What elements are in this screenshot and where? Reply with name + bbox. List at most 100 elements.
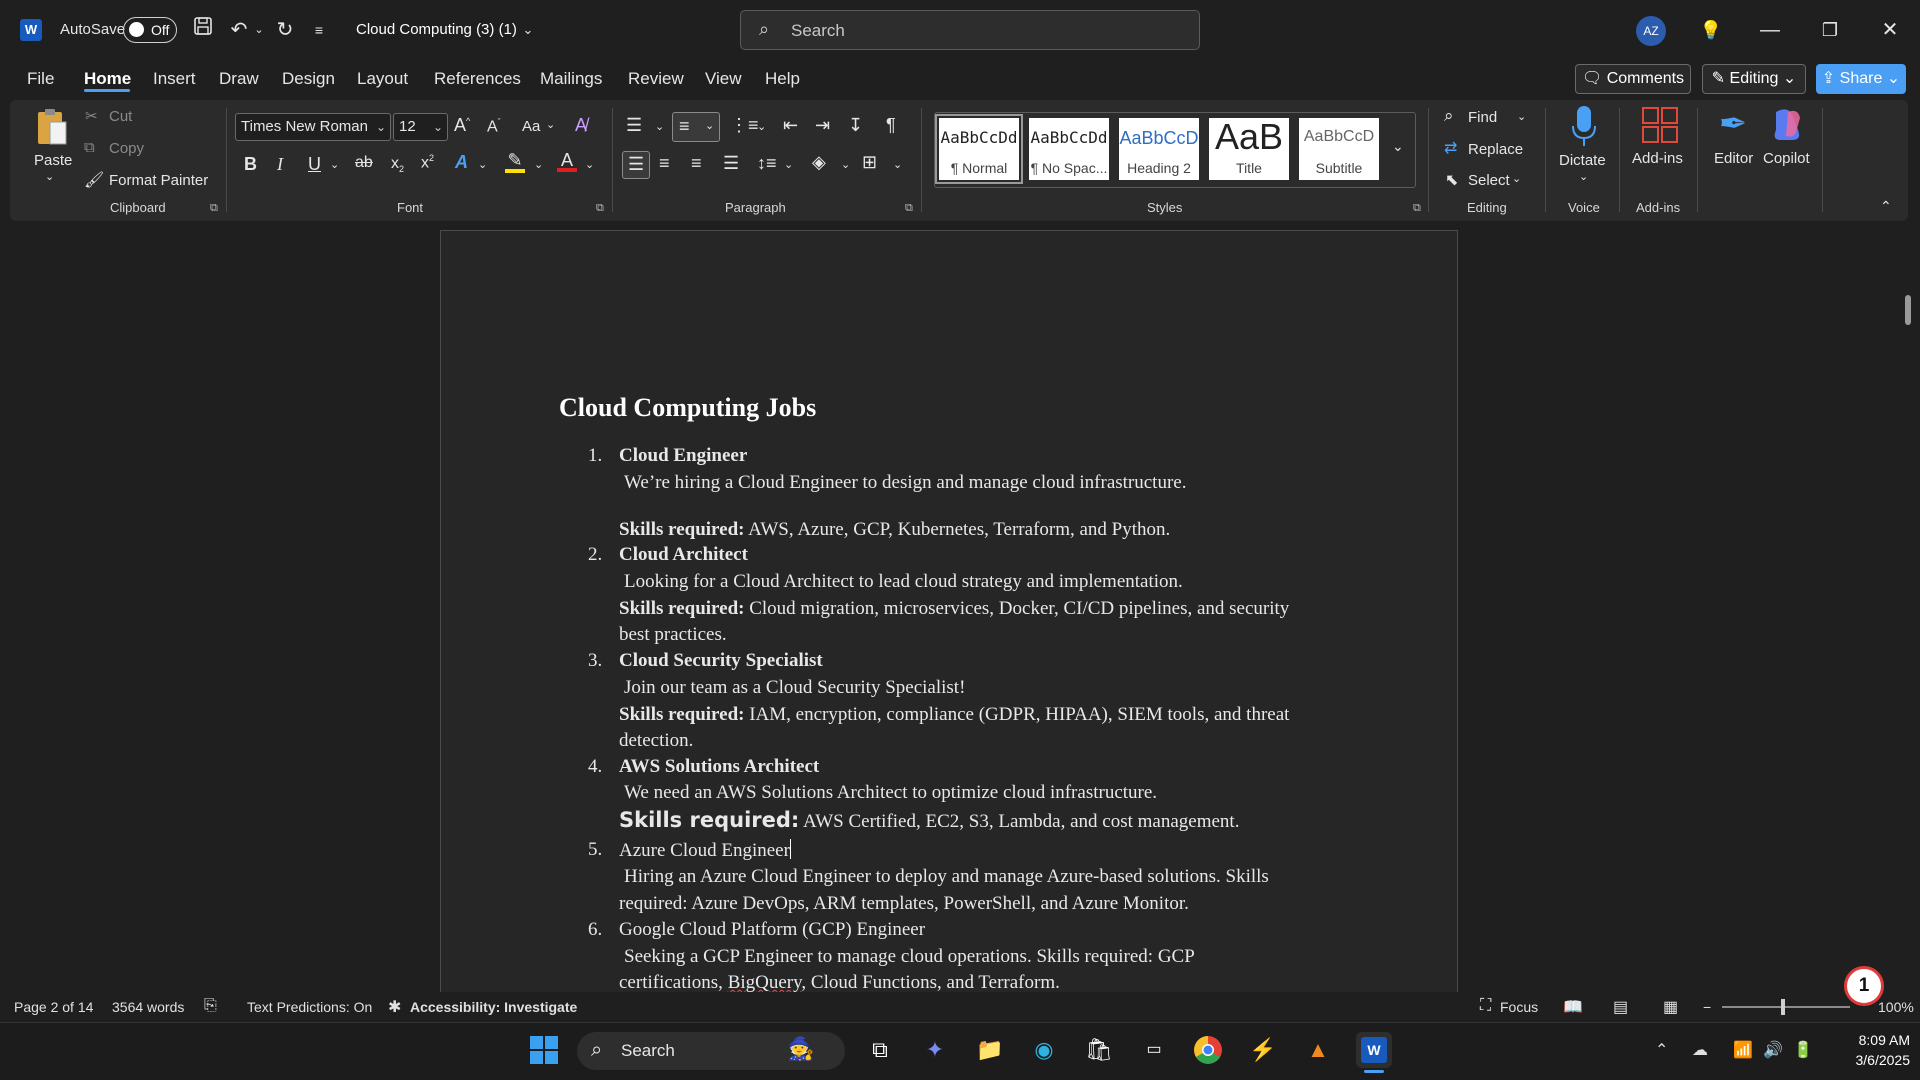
select-cursor-icon[interactable]: ⬉: [1445, 170, 1458, 190]
windows-start-icon[interactable]: [526, 1032, 562, 1068]
strikethrough-icon[interactable]: ab: [355, 154, 373, 172]
zoom-level[interactable]: 100%: [1878, 999, 1914, 1015]
taskbar-search[interactable]: ⌕ Search 🧙: [577, 1032, 845, 1070]
copilot-button[interactable]: Copilot: [1763, 150, 1810, 167]
style-subtitle[interactable]: AaBbCcD Subtitle: [1299, 118, 1379, 180]
read-mode-icon[interactable]: 📖: [1563, 997, 1583, 1017]
scissors-icon[interactable]: ✂: [85, 107, 98, 125]
focus-button[interactable]: Focus: [1500, 999, 1538, 1015]
show-hidden-icons-icon[interactable]: ⌃: [1655, 1040, 1668, 1060]
chevron-down-icon[interactable]: ⌄: [330, 158, 339, 171]
lightbulb-icon[interactable]: 💡: [1691, 14, 1731, 46]
increase-indent-icon[interactable]: ⇥: [815, 115, 830, 136]
styles-more-icon[interactable]: ⌄: [1392, 138, 1404, 155]
tab-file[interactable]: File: [27, 69, 54, 89]
paragraph-launcher-icon[interactable]: ⧉: [905, 202, 913, 215]
chevron-down-icon[interactable]: ⌄: [784, 158, 793, 171]
tab-home[interactable]: Home: [84, 69, 131, 89]
numbering-button[interactable]: ≡ ⌄: [672, 112, 720, 142]
undo-icon[interactable]: ↶: [226, 16, 252, 44]
chevron-down-icon[interactable]: ⌄: [585, 158, 594, 171]
subscript-icon[interactable]: x2: [391, 155, 404, 174]
title-dropdown-icon[interactable]: ⌄: [520, 16, 536, 44]
microphone-icon[interactable]: [1570, 104, 1598, 148]
chevron-down-icon[interactable]: ⌄: [1517, 110, 1526, 123]
file-explorer-icon[interactable]: 📁: [972, 1032, 1008, 1068]
highlight-color-icon[interactable]: ✎: [505, 150, 525, 173]
app-icon[interactable]: ⚡: [1245, 1032, 1281, 1068]
zoom-out-icon[interactable]: −: [1703, 999, 1711, 1015]
accessibility-icon[interactable]: ✱: [388, 997, 401, 1017]
onedrive-icon[interactable]: ☁: [1692, 1040, 1708, 1060]
underline-icon[interactable]: U: [308, 154, 321, 175]
font-color-icon[interactable]: A: [557, 150, 577, 172]
align-center-icon[interactable]: ≡: [659, 153, 670, 174]
chevron-down-icon[interactable]: ⌄: [1512, 172, 1521, 185]
sort-icon[interactable]: ↧: [848, 115, 863, 136]
vertical-scrollbar[interactable]: [1905, 295, 1911, 325]
chevron-down-icon[interactable]: ⌄: [655, 120, 664, 133]
font-size-combo[interactable]: 12 ⌄: [393, 113, 448, 141]
word-taskbar-icon[interactable]: W: [1356, 1032, 1392, 1068]
dictate-button[interactable]: Dictate: [1559, 152, 1606, 169]
wifi-icon[interactable]: 📶: [1733, 1040, 1753, 1060]
restore-icon[interactable]: ❐: [1810, 14, 1850, 46]
web-layout-icon[interactable]: ▦: [1663, 997, 1678, 1017]
battery-icon[interactable]: 🔋: [1793, 1040, 1813, 1060]
format-painter-button[interactable]: Format Painter: [109, 172, 208, 189]
style-normal[interactable]: AaBbCcDd ¶ Normal: [935, 114, 1023, 184]
chevron-down-icon[interactable]: ⌄: [893, 158, 902, 171]
tab-insert[interactable]: Insert: [153, 69, 196, 89]
copilot-icon[interactable]: [1767, 106, 1807, 146]
shrink-font-icon[interactable]: Aˇ: [487, 117, 501, 136]
tab-draw[interactable]: Draw: [219, 69, 259, 89]
customize-toolbar-icon[interactable]: ≡: [308, 16, 330, 44]
tab-view[interactable]: View: [705, 69, 742, 89]
addins-button[interactable]: Add-ins: [1632, 150, 1683, 167]
print-layout-icon[interactable]: ▤: [1613, 997, 1628, 1017]
paste-icon[interactable]: [32, 106, 72, 150]
editing-mode-button[interactable]: ✎ Editing ⌄: [1702, 64, 1806, 94]
editor-pen-icon[interactable]: ✒: [1713, 104, 1753, 148]
chevron-down-icon[interactable]: ⌄: [757, 120, 766, 133]
select-button[interactable]: Select: [1468, 172, 1510, 189]
line-spacing-icon[interactable]: ↕≡: [757, 153, 777, 174]
clipboard-launcher-icon[interactable]: ⧉: [210, 202, 218, 215]
bullets-icon[interactable]: ☰: [626, 115, 642, 136]
collapse-ribbon-icon[interactable]: ⌃: [1880, 198, 1892, 215]
accessibility-status[interactable]: Accessibility: Investigate: [410, 999, 577, 1015]
chrome-icon[interactable]: [1190, 1032, 1226, 1068]
save-icon[interactable]: [190, 16, 216, 44]
paste-button[interactable]: Paste: [34, 152, 72, 169]
proofing-icon[interactable]: ⎘: [204, 997, 217, 1015]
chevron-down-icon[interactable]: ⌄: [478, 158, 487, 171]
copilot-taskbar-icon[interactable]: ✦: [917, 1032, 953, 1068]
addins-icon[interactable]: [1640, 106, 1680, 146]
replace-icon[interactable]: ⇄: [1444, 138, 1457, 158]
spellcheck-word[interactable]: BigQuery: [728, 972, 802, 993]
tab-references[interactable]: References: [434, 69, 521, 89]
format-painter-icon[interactable]: 🖌: [84, 170, 104, 190]
align-left-button[interactable]: ☰: [622, 151, 650, 179]
copy-button[interactable]: Copy: [109, 140, 144, 157]
superscript-icon[interactable]: x2: [421, 153, 434, 172]
change-case-button[interactable]: Aa: [522, 118, 540, 135]
multilevel-list-icon[interactable]: ⋮≡: [730, 115, 759, 136]
align-right-icon[interactable]: ≡: [691, 153, 702, 174]
copy-icon[interactable]: ⧉: [84, 139, 95, 156]
word-count[interactable]: 3564 words: [112, 999, 184, 1015]
taskbar-clock[interactable]: 8:09 AM 3/6/2025: [1830, 1030, 1911, 1070]
text-effects-icon[interactable]: A: [455, 152, 468, 173]
chevron-down-icon[interactable]: ⌄: [534, 158, 543, 171]
avatar[interactable]: AZ: [1636, 16, 1666, 46]
tab-layout[interactable]: Layout: [357, 69, 408, 89]
style-heading-2[interactable]: AaBbCcD Heading 2: [1119, 118, 1199, 180]
clear-formatting-icon[interactable]: A̸: [575, 115, 587, 136]
redo-icon[interactable]: ↻: [272, 16, 298, 44]
minimize-icon[interactable]: —: [1750, 14, 1790, 46]
undo-dropdown-icon[interactable]: ⌄: [252, 16, 266, 44]
task-view-icon[interactable]: ⧉: [862, 1032, 898, 1068]
cut-button[interactable]: Cut: [109, 108, 132, 125]
styles-launcher-icon[interactable]: ⧉: [1413, 202, 1421, 215]
text-predictions-status[interactable]: Text Predictions: On: [247, 999, 372, 1015]
